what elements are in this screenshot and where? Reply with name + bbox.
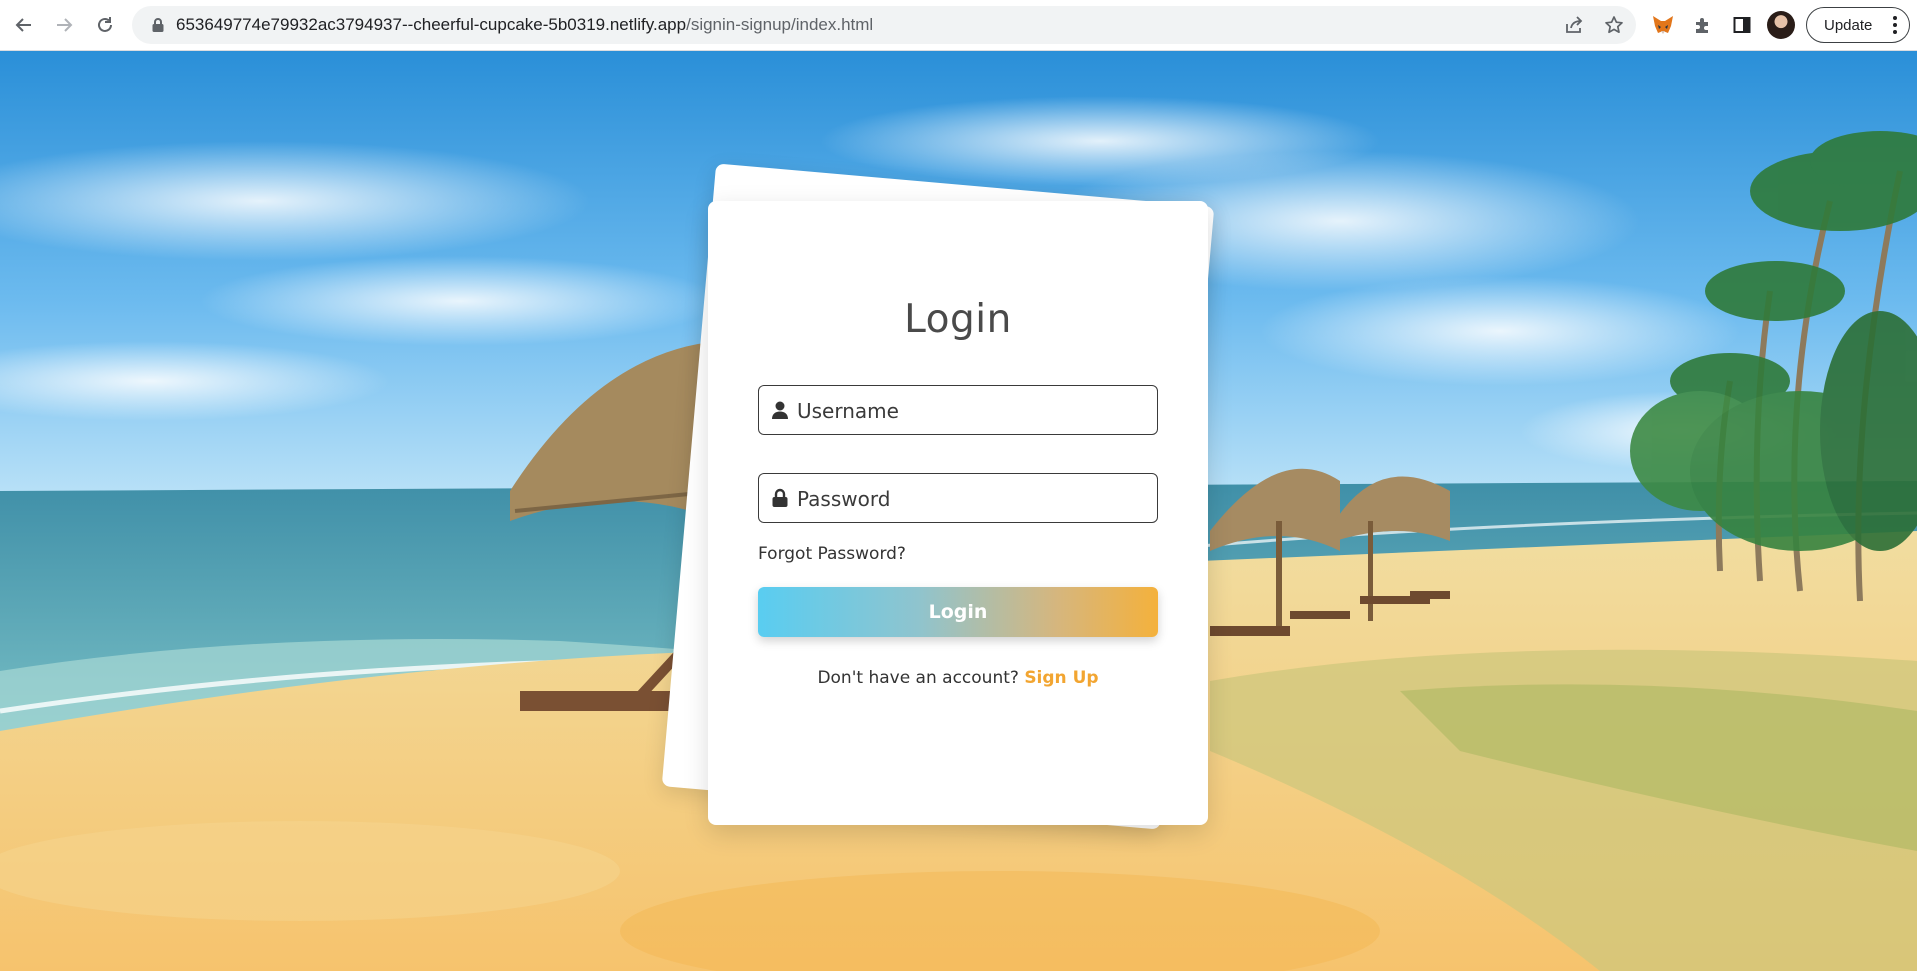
back-button[interactable] (8, 9, 40, 41)
password-field[interactable] (758, 473, 1158, 523)
signup-prompt: Don't have an account? (817, 668, 1019, 688)
update-button[interactable]: Update (1806, 7, 1910, 43)
login-button-label: Login (928, 601, 988, 623)
login-button[interactable]: Login (758, 587, 1158, 637)
more-vertical-icon (1893, 16, 1897, 34)
lock-icon (150, 17, 166, 33)
reload-button[interactable] (89, 9, 121, 41)
side-panel-icon[interactable] (1729, 12, 1755, 38)
url-host: 653649774e79932ac3794937--cheerful-cupca… (176, 15, 687, 34)
share-icon[interactable] (1562, 13, 1586, 37)
url-text[interactable]: 653649774e79932ac3794937--cheerful-cupca… (176, 6, 873, 44)
signup-prompt-line: Don't have an account? Sign Up (708, 668, 1208, 688)
lock-icon (769, 487, 791, 509)
arrow-left-icon (15, 18, 31, 32)
password-input[interactable] (795, 474, 1149, 523)
user-icon (769, 399, 791, 421)
login-card: Login Forgot Password? Login Don't have … (708, 201, 1208, 825)
profile-avatar[interactable] (1767, 11, 1795, 39)
url-path: /signin-signup/index.html (686, 15, 874, 34)
reload-icon (98, 17, 112, 32)
forgot-password-link[interactable]: Forgot Password? (758, 544, 906, 564)
signup-link[interactable]: Sign Up (1024, 668, 1098, 688)
username-input[interactable] (795, 386, 1149, 435)
bookmark-star-icon[interactable] (1602, 13, 1626, 37)
forward-button[interactable] (48, 9, 80, 41)
extensions-puzzle-icon[interactable] (1690, 12, 1716, 38)
address-bar[interactable]: 653649774e79932ac3794937--cheerful-cupca… (132, 6, 1636, 44)
update-label: Update (1824, 16, 1873, 34)
login-title: Login (904, 297, 1012, 342)
metamask-fox-icon[interactable] (1650, 12, 1676, 38)
arrow-right-icon (57, 18, 73, 32)
username-field[interactable] (758, 385, 1158, 435)
browser-toolbar: 653649774e79932ac3794937--cheerful-cupca… (0, 0, 1917, 51)
